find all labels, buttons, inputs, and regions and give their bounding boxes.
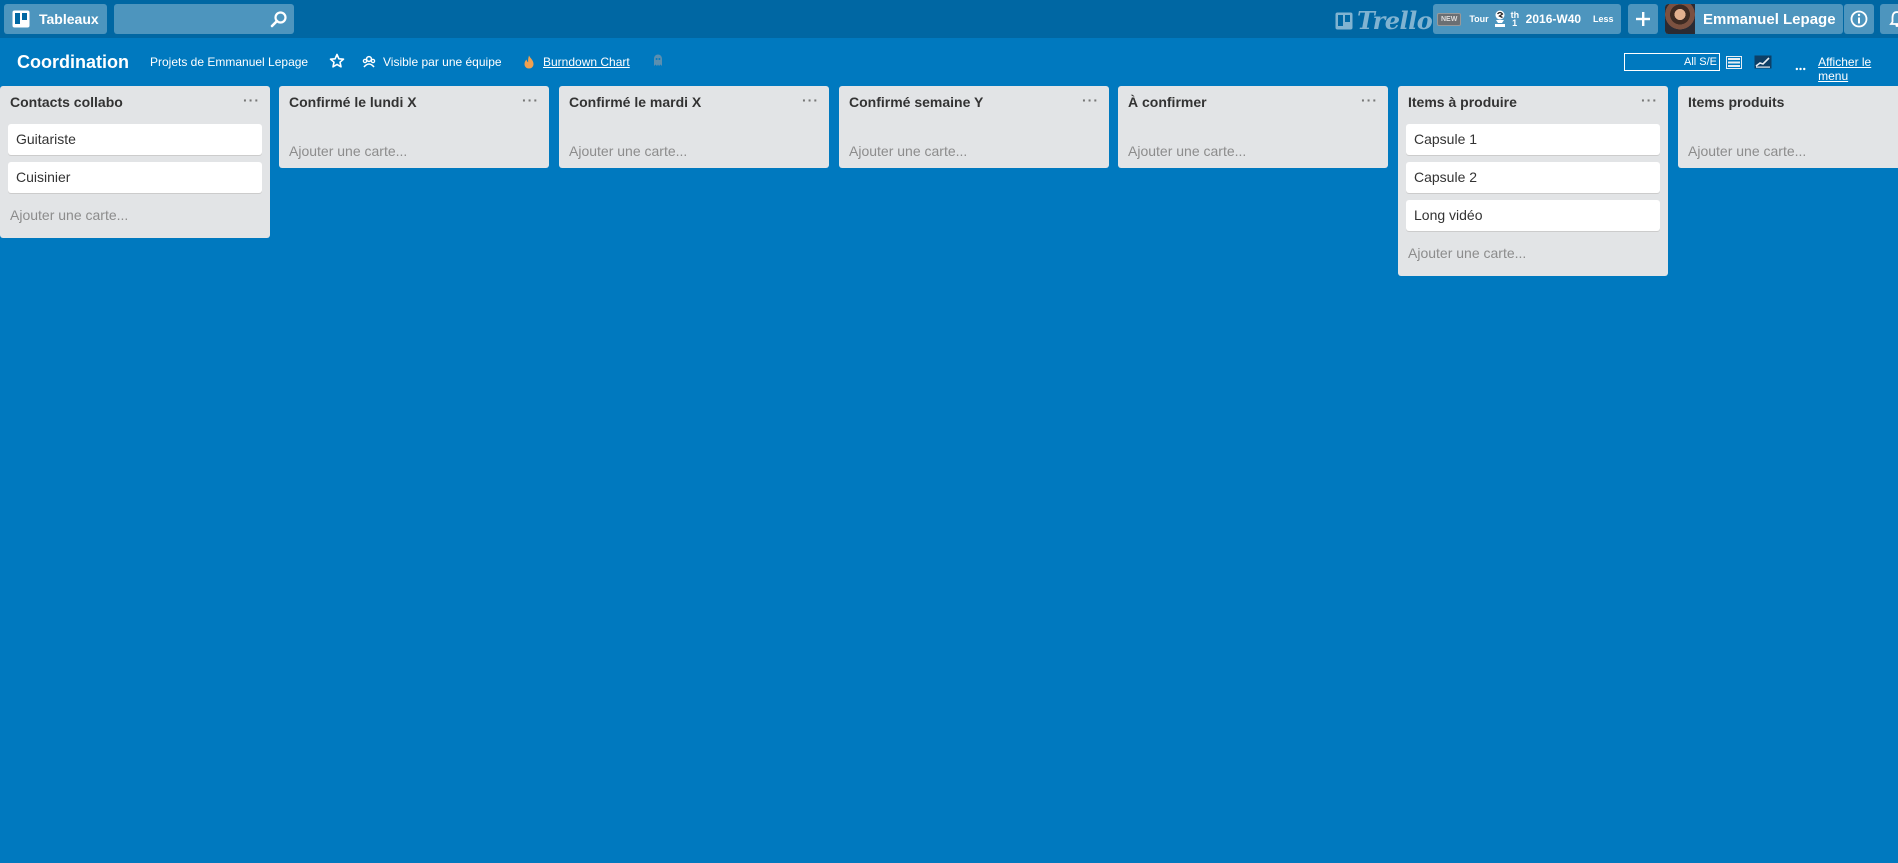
- list-title[interactable]: Confirmé le mardi X: [569, 94, 701, 110]
- list-menu-icon[interactable]: ···: [802, 92, 819, 108]
- list-title[interactable]: Contacts collabo: [10, 94, 123, 110]
- tour-label: Tour: [1469, 14, 1489, 24]
- list-a-confirmer: À confirmer ··· Ajouter une carte...: [1118, 86, 1388, 168]
- star-icon[interactable]: [329, 53, 345, 69]
- list-title[interactable]: Items à produire: [1408, 94, 1517, 110]
- boards-icon: [12, 10, 30, 28]
- more-icon: [1795, 67, 1806, 71]
- list-header: Items produits: [1678, 86, 1898, 122]
- user-name: Emmanuel Lepage: [1703, 10, 1836, 28]
- card[interactable]: Capsule 2: [1406, 162, 1660, 193]
- card[interactable]: Guitariste: [8, 124, 262, 155]
- info-button[interactable]: [1844, 4, 1874, 34]
- team-visibility-icon: [362, 55, 376, 68]
- add-card-button[interactable]: Ajouter une carte...: [559, 134, 829, 168]
- list-header: Confirmé le mardi X ···: [559, 86, 829, 122]
- add-card-button[interactable]: Ajouter une carte...: [0, 200, 270, 238]
- plus-icon: [1636, 12, 1650, 26]
- avatar: [1665, 4, 1695, 34]
- list-menu-icon[interactable]: ···: [1082, 92, 1099, 108]
- list-menu-icon[interactable]: ···: [1361, 92, 1378, 108]
- top-header: Tableaux Trello NEW Tour th 1 2016-W40 L…: [0, 0, 1898, 38]
- list-confirme-mardi: Confirmé le mardi X ··· Ajouter une cart…: [559, 86, 829, 168]
- flame-icon: [524, 55, 534, 69]
- list-confirme-lundi: Confirmé le lundi X ··· Ajouter une cart…: [279, 86, 549, 168]
- visibility-button[interactable]: Visible par une équipe: [362, 55, 502, 69]
- list-items-produits: Items produits Ajouter une carte...: [1678, 86, 1898, 168]
- add-card-button[interactable]: Ajouter une carte...: [1678, 134, 1898, 168]
- add-card-button[interactable]: Ajouter une carte...: [839, 134, 1109, 168]
- list-title[interactable]: Confirmé semaine Y: [849, 94, 983, 110]
- tour-widget[interactable]: NEW Tour th 1 2016-W40 Less: [1433, 4, 1621, 34]
- card[interactable]: Long vidéo: [1406, 200, 1660, 231]
- list-header: Confirmé le lundi X ···: [279, 86, 549, 122]
- search-icon[interactable]: [270, 10, 288, 28]
- list-items-a-produire: Items à produire ··· Capsule 1 Capsule 2…: [1398, 86, 1668, 276]
- ghost-icon[interactable]: [652, 53, 664, 67]
- chart-view-icon[interactable]: [1754, 55, 1772, 69]
- less-button[interactable]: Less: [1593, 14, 1614, 24]
- burndown-chart-link[interactable]: Burndown Chart: [523, 55, 630, 69]
- search-box: [114, 4, 294, 34]
- list-header: À confirmer ···: [1118, 86, 1388, 122]
- bell-icon: [1889, 11, 1898, 27]
- notifications-button[interactable]: [1880, 4, 1898, 34]
- trello-logo-icon: [1335, 12, 1353, 29]
- card[interactable]: Cuisinier: [8, 162, 262, 193]
- card[interactable]: Capsule 1: [1406, 124, 1660, 155]
- list-contacts-collabo: Contacts collabo ··· Guitariste Cuisinie…: [0, 86, 270, 238]
- list-header: Items à produire ···: [1398, 86, 1668, 122]
- list-title[interactable]: Confirmé le lundi X: [289, 94, 417, 110]
- empty-card-area: [839, 122, 1109, 134]
- add-card-button[interactable]: Ajouter une carte...: [1118, 134, 1388, 168]
- list-menu-icon[interactable]: ···: [243, 92, 260, 108]
- podium-icon: [1494, 10, 1505, 27]
- list-menu-icon[interactable]: ···: [1641, 92, 1658, 108]
- visibility-label: Visible par une équipe: [383, 55, 502, 69]
- empty-card-area: [279, 122, 549, 134]
- list-view-icon[interactable]: [1726, 56, 1742, 69]
- card-container: Guitariste Cuisinier: [0, 122, 270, 193]
- show-menu-button[interactable]: Afficher le menu: [1795, 55, 1898, 83]
- add-card-button[interactable]: Ajouter une carte...: [279, 134, 549, 168]
- logo-text: Trello: [1357, 6, 1433, 35]
- empty-card-area: [1678, 122, 1898, 134]
- list-title[interactable]: À confirmer: [1128, 94, 1207, 110]
- list-header: Confirmé semaine Y ···: [839, 86, 1109, 122]
- trello-logo[interactable]: Trello: [1335, 6, 1433, 35]
- board-header: Coordination Projets de Emmanuel Lepage …: [0, 38, 1898, 86]
- week-label: 2016-W40: [1525, 12, 1582, 26]
- new-badge: NEW: [1437, 12, 1462, 26]
- add-button[interactable]: [1628, 4, 1658, 34]
- board-title[interactable]: Coordination: [17, 52, 129, 73]
- team-link[interactable]: Projets de Emmanuel Lepage: [150, 55, 308, 69]
- show-menu-label: Afficher le menu: [1818, 55, 1872, 83]
- list-title[interactable]: Items produits: [1688, 94, 1784, 110]
- search-input[interactable]: [114, 4, 264, 34]
- list-menu-icon[interactable]: ···: [522, 92, 539, 108]
- list-header: Contacts collabo ···: [0, 86, 270, 122]
- filter-input[interactable]: [1624, 53, 1720, 71]
- boards-label: Tableaux: [39, 11, 99, 27]
- empty-card-area: [559, 122, 829, 134]
- user-menu-button[interactable]: Emmanuel Lepage: [1665, 4, 1843, 34]
- boards-button[interactable]: Tableaux: [4, 4, 107, 34]
- add-card-button[interactable]: Ajouter une carte...: [1398, 238, 1668, 276]
- empty-card-area: [1118, 122, 1388, 134]
- info-icon: [1850, 10, 1868, 28]
- card-container: Capsule 1 Capsule 2 Long vidéo: [1398, 122, 1668, 231]
- list-confirme-semaine: Confirmé semaine Y ··· Ajouter une carte…: [839, 86, 1109, 168]
- burndown-label: Burndown Chart: [543, 55, 630, 69]
- rank-label: th 1: [1510, 10, 1520, 28]
